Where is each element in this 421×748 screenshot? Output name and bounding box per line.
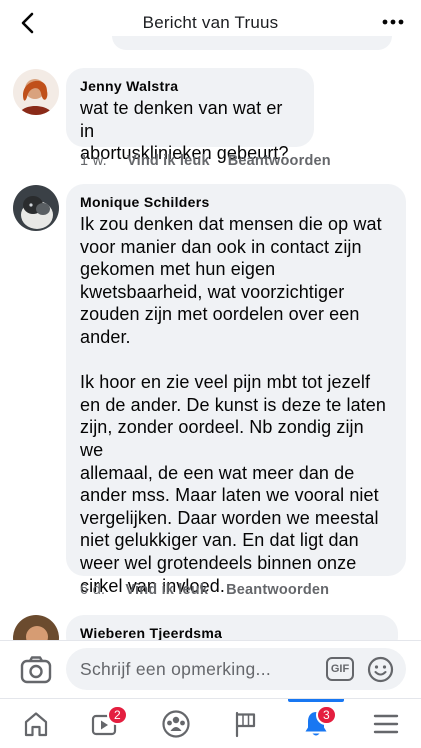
nav-notifications[interactable]: 3 bbox=[286, 699, 346, 748]
avatar[interactable] bbox=[13, 69, 59, 115]
menu-icon bbox=[373, 714, 399, 734]
avatar[interactable] bbox=[13, 185, 59, 231]
nav-groups[interactable] bbox=[146, 699, 206, 748]
gif-button[interactable]: GIF bbox=[326, 657, 354, 681]
comment-input-placeholder: Schrijf een opmerking... bbox=[80, 659, 272, 679]
comment-author[interactable]: Wieberen Tjeerdsma bbox=[80, 625, 384, 641]
comment-time[interactable]: 1 w. bbox=[80, 153, 107, 169]
camera-icon bbox=[20, 656, 52, 684]
comment-input[interactable]: Schrijf een opmerking... GIF bbox=[66, 648, 406, 690]
page-title: Bericht van Truus bbox=[142, 13, 279, 32]
comment-bubble[interactable]: Jenny Walstra wat te denken van wat er i… bbox=[66, 68, 314, 163]
comment-actions: 6 d. Vind ik leuk Beantwoorden bbox=[80, 582, 347, 598]
comment-composer: Schrijf een opmerking... GIF bbox=[0, 640, 421, 698]
like-button[interactable]: Vind ik leuk bbox=[127, 153, 210, 169]
camera-button[interactable] bbox=[20, 655, 52, 685]
nav-menu[interactable] bbox=[356, 699, 416, 748]
home-icon bbox=[24, 712, 48, 737]
comment-author[interactable]: Jenny Walstra bbox=[80, 78, 300, 94]
comment-text: Ik zou denken dat mensen die op wat voor… bbox=[80, 214, 387, 596]
comment-time[interactable]: 6 d. bbox=[80, 582, 105, 598]
nav-pages[interactable] bbox=[216, 699, 276, 748]
chevron-left-icon bbox=[21, 12, 34, 34]
reply-button[interactable]: Beantwoorden bbox=[226, 582, 329, 598]
notifications-badge: 3 bbox=[316, 705, 337, 725]
nav-home[interactable] bbox=[6, 699, 66, 748]
comment-actions: 1 w. Vind ik leuk Beantwoorden bbox=[80, 153, 349, 169]
comment-author[interactable]: Monique Schilders bbox=[80, 194, 392, 210]
video-badge: 2 bbox=[107, 705, 128, 725]
bottom-nav: 2 3 bbox=[0, 698, 421, 748]
previous-comment-bubble bbox=[112, 36, 392, 50]
nav-video[interactable]: 2 bbox=[75, 699, 135, 748]
emoji-button[interactable] bbox=[367, 656, 394, 683]
more-options-button[interactable] bbox=[381, 12, 405, 32]
comment-bubble[interactable]: Monique Schilders Ik zou denken dat mens… bbox=[66, 184, 406, 596]
more-icon bbox=[382, 19, 404, 25]
flag-icon bbox=[235, 711, 256, 738]
like-button[interactable]: Vind ik leuk bbox=[125, 582, 208, 598]
groups-icon bbox=[162, 710, 190, 738]
smiley-icon bbox=[367, 656, 394, 683]
reply-button[interactable]: Beantwoorden bbox=[228, 153, 331, 169]
back-button[interactable] bbox=[14, 9, 42, 37]
